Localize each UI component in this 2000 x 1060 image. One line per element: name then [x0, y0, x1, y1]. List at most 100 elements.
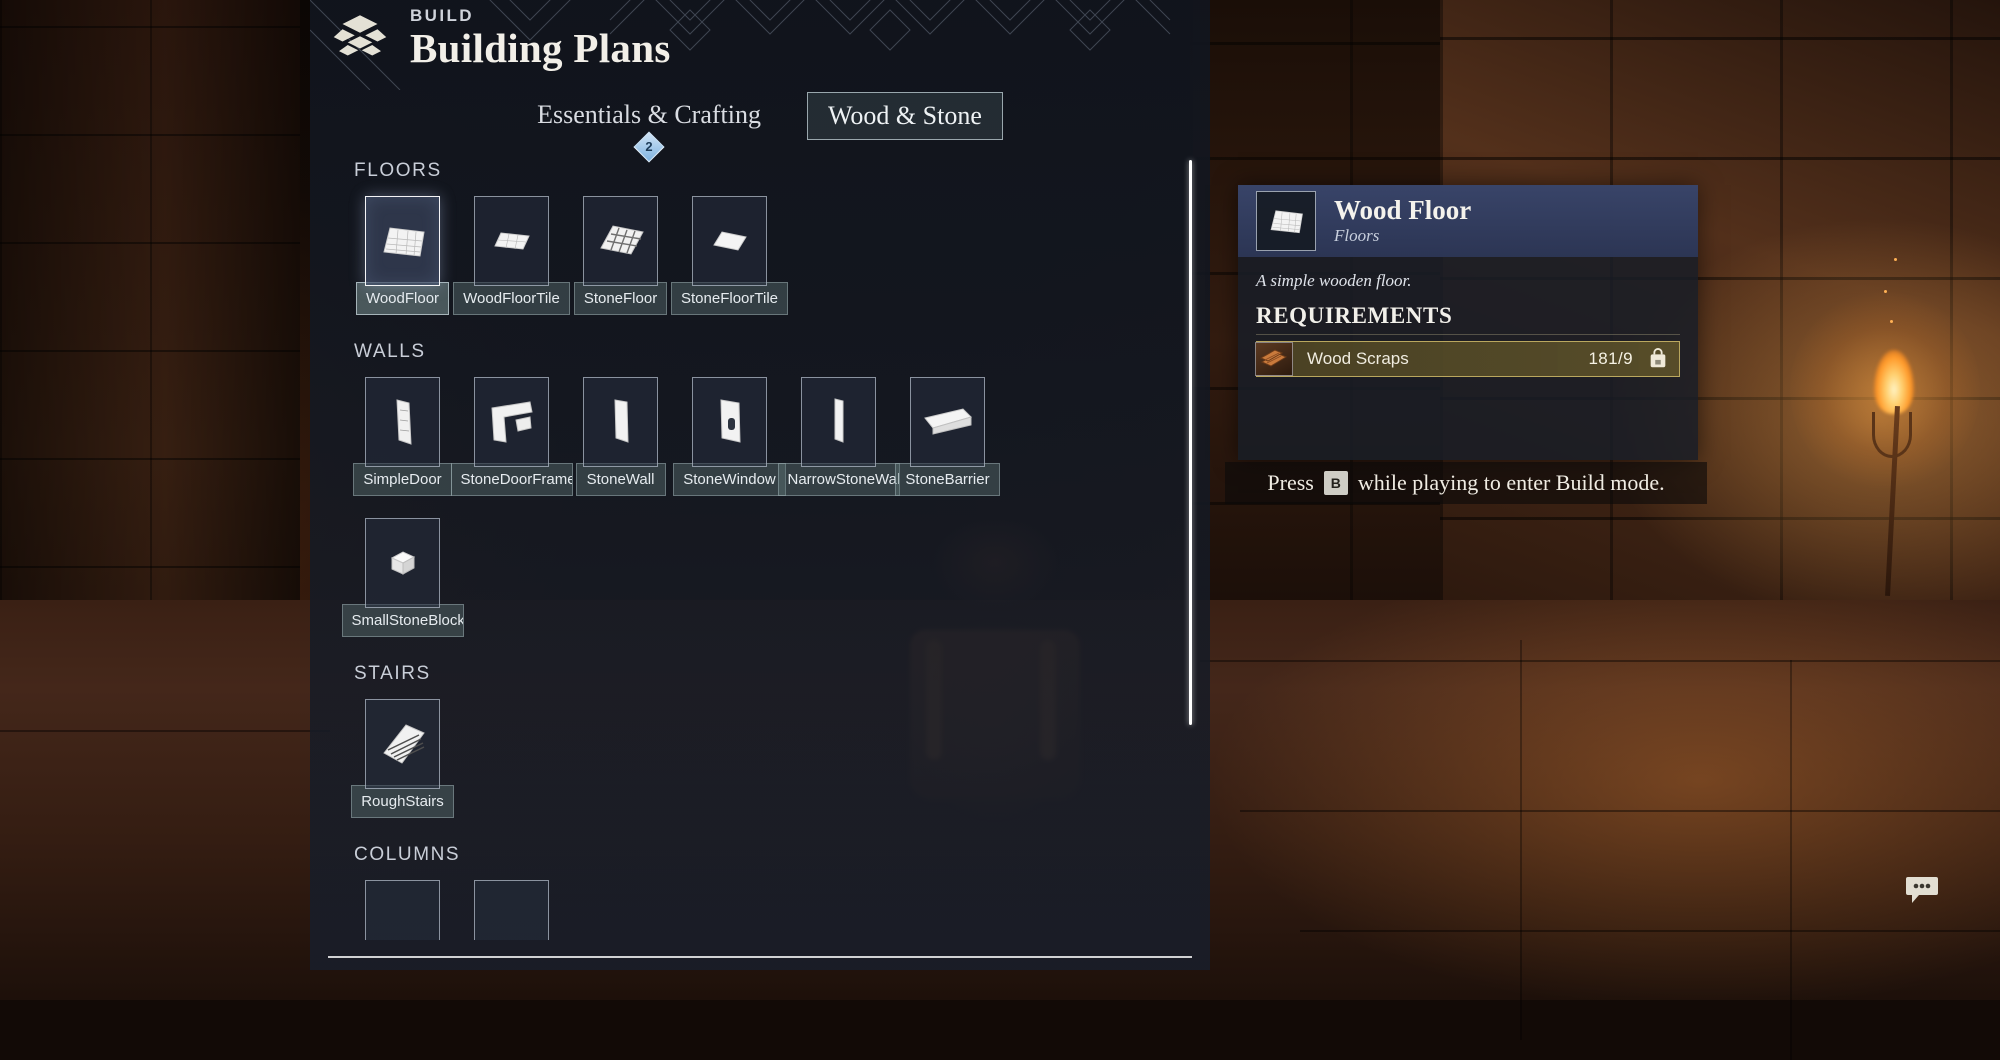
grid-spacer — [1002, 377, 1111, 496]
requirements-divider — [1256, 334, 1680, 335]
item-thumbnail — [474, 196, 549, 286]
catalog-item-stonefloor[interactable]: StoneFloor — [566, 196, 675, 315]
item-thumbnail — [365, 699, 440, 789]
item-grid: WoodFloor WoodFloorTile — [348, 196, 1172, 315]
panel-header: BUILD Building Plans — [332, 6, 671, 70]
item-label: RoughStairs — [351, 785, 454, 818]
item-label: StoneDoorFrame — [451, 463, 573, 496]
item-thumbnail — [692, 196, 767, 286]
item-thumbnail — [365, 518, 440, 608]
item-label: StoneWindow — [673, 463, 786, 496]
item-thumbnail — [910, 377, 985, 467]
catalog-item-stonebarrier[interactable]: StoneBarrier — [893, 377, 1002, 496]
catalog-item-woodfloor[interactable]: WoodFloor — [348, 196, 457, 315]
stone-floor-tile-icon — [708, 226, 752, 256]
hint-suffix: while playing to enter Build mode. — [1358, 470, 1665, 496]
chat-bubble-icon[interactable] — [1905, 875, 1939, 905]
tab-essentials-crafting[interactable]: Essentials & Crafting 2 — [517, 92, 781, 138]
item-label: SmallStoneBlock — [342, 604, 464, 637]
stone-door-frame-icon — [486, 396, 538, 448]
simple-door-icon — [388, 394, 418, 450]
backpack-icon — [1647, 348, 1669, 370]
item-label: SimpleDoor — [353, 463, 451, 496]
item-label: StoneFloor — [574, 282, 667, 315]
section-title: FLOORS — [354, 160, 1172, 182]
item-label: WoodFloorTile — [453, 282, 570, 315]
section-stairs: STAIRS RoughStairs — [348, 663, 1172, 818]
catalog-item-woodfloortile[interactable]: WoodFloorTile — [457, 196, 566, 315]
stone-floor-icon — [593, 220, 649, 262]
wood-floor-icon — [374, 218, 432, 264]
item-label: StoneFloorTile — [671, 282, 788, 315]
catalog-item-smallstoneblock[interactable]: SmallStoneBlock — [348, 518, 457, 637]
page-title: Building Plans — [410, 27, 671, 70]
item-detail-category: Floors — [1334, 226, 1471, 246]
item-detail-thumbnail — [1256, 191, 1316, 251]
item-detail-title: Wood Floor — [1334, 196, 1471, 224]
item-thumbnail — [365, 196, 440, 286]
item-thumbnail — [583, 377, 658, 467]
requirements-title: REQUIREMENTS — [1256, 303, 1680, 329]
item-detail-body: A simple wooden floor. REQUIREMENTS Wood… — [1238, 257, 1698, 377]
item-thumbnail — [692, 377, 767, 467]
small-stone-block-icon — [386, 547, 420, 579]
item-detail-panel: Wood Floor Floors A simple wooden floor.… — [1238, 185, 1698, 460]
item-thumbnail — [365, 880, 440, 940]
item-thumbnail — [365, 377, 440, 467]
catalog-item-stonedoorframe[interactable]: StoneDoorFrame — [457, 377, 566, 496]
item-grid: RoughStairs — [348, 699, 1172, 818]
panel-kicker: BUILD — [410, 6, 671, 26]
catalog-item-stonefloortile[interactable]: StoneFloorTile — [675, 196, 784, 315]
catalog-scrollbar[interactable] — [1189, 160, 1192, 725]
tab-wood-stone[interactable]: Wood & Stone — [807, 92, 1003, 140]
section-title: WALLS — [354, 341, 1172, 363]
catalog-item-simpledoor[interactable]: SimpleDoor — [348, 377, 457, 496]
section-title: STAIRS — [354, 663, 1172, 685]
item-detail-header: Wood Floor Floors — [1238, 185, 1698, 257]
category-tabs: Essentials & Crafting 2 Wood & Stone — [310, 92, 1210, 140]
item-label: StoneWall — [576, 463, 666, 496]
narrow-stone-wall-icon — [828, 394, 850, 450]
section-title: COLUMNS — [354, 844, 1172, 866]
requirement-count: 181/9 — [1588, 349, 1633, 369]
wood-floor-tile-icon — [489, 226, 535, 256]
item-thumbnail — [474, 880, 549, 940]
catalog-item-stonewindow[interactable]: StoneWindow — [675, 377, 784, 496]
panel-bottom-divider — [328, 956, 1192, 958]
item-label: NarrowStoneWall — [778, 463, 900, 496]
wood-floor-icon — [1263, 203, 1309, 239]
catalog-item-column-1[interactable] — [348, 880, 457, 940]
catalog-item-roughstairs[interactable]: RoughStairs — [348, 699, 457, 818]
stone-window-icon — [713, 394, 747, 450]
section-walls: WALLS SimpleDoor — [348, 341, 1172, 637]
stone-barrier-icon — [919, 405, 977, 439]
tab-badge-value: 2 — [639, 137, 659, 157]
catalog-item-column-2[interactable] — [457, 880, 566, 940]
item-description: A simple wooden floor. — [1256, 271, 1680, 291]
tab-label: Essentials & Crafting — [537, 100, 761, 130]
item-thumbnail — [801, 377, 876, 467]
wall-torch — [1860, 350, 1930, 610]
stone-wall-icon — [607, 394, 635, 450]
building-plans-panel: BUILD Building Plans Essentials & Crafti… — [310, 0, 1210, 970]
torch-bracket — [1872, 412, 1912, 458]
tab-label: Wood & Stone — [828, 101, 982, 131]
build-catalog[interactable]: FLOORS WoodFloor — [310, 160, 1210, 940]
section-floors: FLOORS WoodFloor — [348, 160, 1172, 315]
build-mode-hint: Press B while playing to enter Build mod… — [1225, 462, 1707, 504]
item-grid: SimpleDoor StoneDoorFrame — [348, 377, 1172, 637]
tab-badge-count: 2 — [633, 131, 664, 162]
catalog-item-narrowstonewall[interactable]: NarrowStoneWall — [784, 377, 893, 496]
section-columns: COLUMNS — [348, 844, 1172, 940]
item-label: StoneBarrier — [895, 463, 999, 496]
item-grid — [348, 880, 1172, 940]
requirement-row[interactable]: Wood Scraps 181/9 — [1256, 341, 1680, 377]
rough-stairs-icon — [376, 719, 430, 769]
catalog-item-stonewall[interactable]: StoneWall — [566, 377, 675, 496]
item-thumbnail — [474, 377, 549, 467]
wood-scraps-icon — [1255, 342, 1293, 376]
item-thumbnail — [583, 196, 658, 286]
keybind-b: B — [1324, 471, 1348, 495]
hint-prefix: Press — [1267, 470, 1313, 496]
stacked-blocks-icon — [332, 10, 388, 66]
